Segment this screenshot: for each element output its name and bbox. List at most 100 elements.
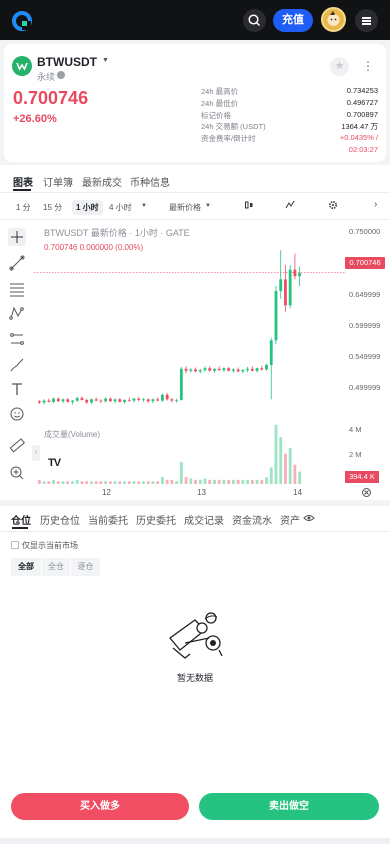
candle-body [165,394,169,400]
candle-body [56,398,60,402]
volume-bar [170,479,174,484]
brush-icon[interactable] [8,356,26,374]
tab-trades[interactable]: 最新成交 [82,174,122,189]
tab-indicator [12,527,28,529]
volume-bar [274,424,278,484]
last-price-tag: 0.700746 [345,257,385,269]
timeframe-15m[interactable]: 15 分 [43,202,62,213]
tab-assets[interactable]: 资产 [280,512,300,527]
volume-bar [123,481,126,484]
volume-bar [113,481,117,484]
deposit-button[interactable]: 充值 [273,9,313,32]
gear-icon[interactable] [328,200,338,210]
tab-fund-flow[interactable]: 资金流水 [232,512,272,527]
ruler-icon[interactable] [8,436,26,454]
indicator-icon[interactable] [285,200,295,210]
tab-order-history[interactable]: 历史委托 [136,512,176,527]
candle-body [269,340,273,365]
zoom-in-icon[interactable] [8,464,26,482]
pattern-icon[interactable] [8,304,26,322]
tab-positions[interactable]: 仓位 [11,512,31,527]
volume-bar [217,479,221,484]
avatar[interactable] [321,7,346,32]
volume-bar [118,481,122,484]
eye-icon[interactable] [303,513,315,523]
candle-body [260,368,264,370]
collapse-toolbar-icon[interactable]: ‹ [32,445,40,461]
volume-bar [42,481,46,484]
price-type-select[interactable]: 最新价格 [169,202,201,213]
timeframe-1m[interactable]: 1 分 [16,202,31,213]
filter-all[interactable]: 全部 [11,558,41,576]
filter-isolated[interactable]: 逐仓 [71,558,100,576]
y-axis-label: 0.549999 [349,352,381,361]
timeframe-4h[interactable]: 4 小时 [109,202,132,213]
stat-label-funding: 资金费率/倒计时 [201,134,256,143]
volume-bar [213,479,216,484]
pair-symbol[interactable]: BTWUSDT [37,55,97,69]
info-icon[interactable] [57,71,65,79]
volume-bar [255,479,259,484]
volume-bar [279,437,283,484]
chevron-down-icon[interactable]: ▼ [141,203,147,209]
crosshair-icon[interactable] [8,228,26,246]
chevron-right-icon[interactable]: › [374,199,377,210]
stat-value-funding: +0.0435% / [339,133,378,142]
star-icon[interactable]: ★ [330,57,349,76]
tab-coin-info[interactable]: 币种信息 [130,174,170,189]
volume-bar [284,453,287,484]
volume-bar [165,479,169,484]
sell-short-button[interactable]: 卖出做空 [199,793,379,820]
tab-chart[interactable]: 图表 [13,174,33,189]
volume-bar [75,479,79,484]
volume-title: 成交量(Volume) [44,430,101,439]
volume-bar [265,477,268,484]
volume-bar [156,481,160,484]
more-icon[interactable]: ⋮ [362,59,374,73]
empty-state-illustration [169,612,223,659]
buy-long-button[interactable]: 买入做多 [11,793,189,820]
reset-chart-icon[interactable] [361,487,372,498]
chevron-down-icon[interactable]: ▼ [205,203,211,209]
menu-icon[interactable] [355,9,378,32]
emoji-icon[interactable] [8,405,26,423]
candle-body [71,400,74,402]
y-axis-label: 0.599999 [349,321,381,330]
candle-body [194,369,197,372]
text-icon[interactable] [8,380,26,398]
measure-icon[interactable] [8,330,26,348]
chevron-down-icon[interactable]: ▼ [102,57,109,64]
volume-bar [184,477,188,484]
x-axis-label: 14 [293,488,302,497]
candle-body [85,399,89,403]
logo-icon[interactable] [11,10,33,32]
volume-axis-label: 4 M [349,425,362,434]
volume-bar [194,479,197,484]
tab-trade-records[interactable]: 成交记录 [184,512,224,527]
timeframe-1h[interactable]: 1 小时 [72,200,103,215]
volume-axis-label: 2 M [349,450,362,459]
candle-body [175,399,179,401]
filter-cross[interactable]: 全仓 [42,558,70,576]
volume-bar [146,481,150,484]
tab-open-orders[interactable]: 当前委托 [88,512,128,527]
tab-indicator [13,189,31,191]
candle-body [42,400,46,403]
volume-bar [208,479,212,484]
search-icon[interactable] [243,9,266,32]
current-market-checkbox[interactable] [11,541,19,549]
volume-bar [189,478,193,484]
candle-body [113,399,117,402]
volume-bar [179,461,183,484]
fib-lines-icon[interactable] [8,280,26,298]
volume-bar [66,481,70,484]
candle-body [90,399,93,403]
tab-orderbook[interactable]: 订单簿 [43,174,73,189]
candle-type-icon[interactable] [244,200,254,210]
volume-bar [198,479,202,484]
trendline-icon[interactable] [8,254,26,272]
candle-body [118,399,122,402]
volume-bar [37,479,41,484]
price-chart[interactable] [34,222,345,486]
tab-position-history[interactable]: 历史仓位 [40,512,80,527]
